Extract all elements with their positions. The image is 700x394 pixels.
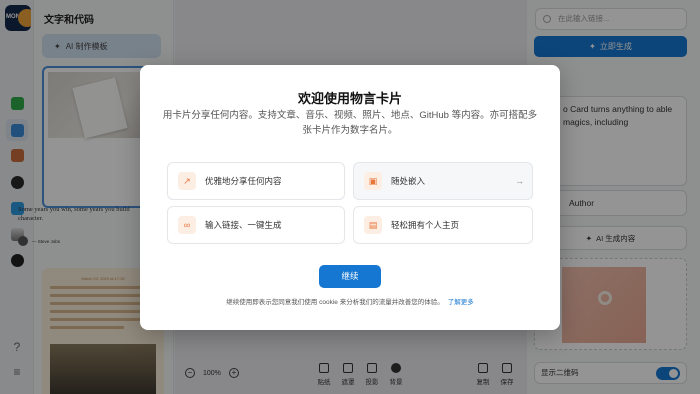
feature-label: 轻松拥有个人主页 [391, 220, 460, 230]
feature-label: 随处嵌入 [391, 176, 426, 186]
feature-share[interactable]: ↗ 优雅地分享任何内容 [167, 162, 345, 200]
feature-homepage[interactable]: ▤ 轻松拥有个人主页 [353, 206, 533, 244]
modal-subtitle: 用卡片分享任何内容。支持文章、音乐、视频、照片、地点、GitHub 等内容。亦可… [162, 110, 538, 136]
feature-embed[interactable]: ▣ 随处嵌入 → [353, 162, 533, 200]
feature-link[interactable]: ∞ 输入链接、一键生成 [167, 206, 345, 244]
continue-button[interactable]: 继续 [319, 265, 381, 288]
arrow-right-icon: → [515, 176, 524, 186]
image-icon: ▣ [364, 172, 382, 190]
learn-more-link[interactable]: 了解更多 [448, 299, 474, 306]
cookie-text: 继续使用即表示您同意我们使用 cookie 来分析我们的流量并改善您的体验。 [226, 299, 444, 306]
modal-title: 欢迎使用物言卡片 [297, 91, 402, 106]
cookie-notice: 继续使用即表示您同意我们使用 cookie 来分析我们的流量并改善您的体验。 了解… [140, 296, 560, 306]
layout-icon: ▤ [364, 216, 382, 234]
trend-icon: ↗ [178, 172, 196, 190]
feature-label: 优雅地分享任何内容 [205, 176, 282, 186]
feature-label: 输入链接、一键生成 [205, 220, 282, 230]
welcome-modal: 欢迎使用物言卡片 用卡片分享任何内容。支持文章、音乐、视频、照片、地点、GitH… [140, 65, 560, 330]
link-icon: ∞ [178, 216, 196, 234]
